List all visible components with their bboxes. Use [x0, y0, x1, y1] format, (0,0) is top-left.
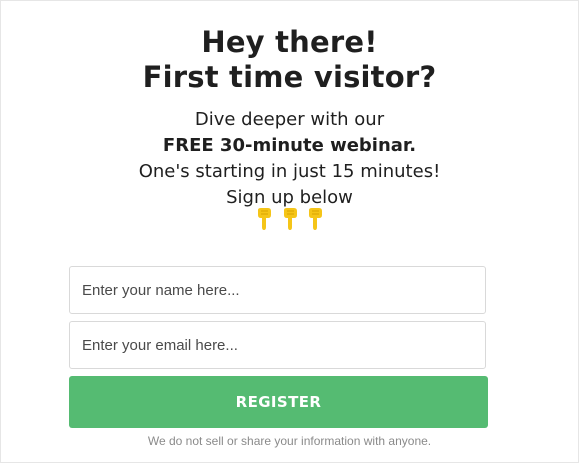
- subtext-line-3: One's starting in just 15 minutes!: [138, 161, 441, 182]
- popup-subtext: Dive deeper with our FREE 30-minute webi…: [1, 107, 578, 211]
- subtext-line-1: Dive deeper with our: [194, 109, 385, 130]
- register-button[interactable]: REGISTER: [69, 376, 488, 428]
- subtext-webinar-line: FREE 30-minute webinar.: [162, 135, 417, 156]
- heading-line-2: First time visitor?: [142, 60, 437, 94]
- pointing-down-hand-icon: [308, 208, 322, 230]
- pointing-down-hand-icon: [283, 208, 297, 230]
- signup-popup: Hey there! First time visitor? Dive deep…: [0, 0, 579, 463]
- pointing-emoji-row: [1, 207, 578, 233]
- popup-heading: Hey there! First time visitor?: [1, 25, 578, 95]
- pointing-down-hand-icon: [258, 208, 272, 230]
- heading-line-1: Hey there!: [201, 25, 378, 59]
- name-input[interactable]: [69, 266, 486, 314]
- email-input[interactable]: [69, 321, 486, 369]
- privacy-disclaimer: We do not sell or share your information…: [147, 434, 432, 448]
